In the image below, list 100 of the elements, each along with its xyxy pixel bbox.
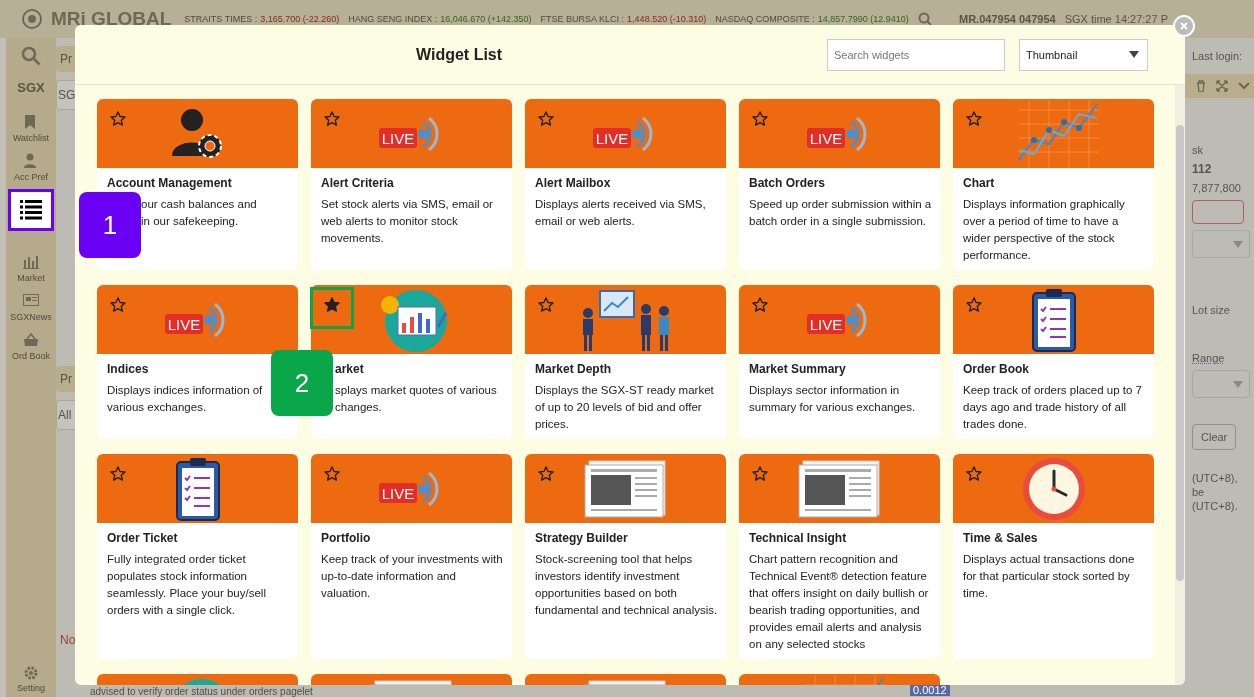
- chevron-icon[interactable]: [1238, 82, 1250, 90]
- expand-icon[interactable]: [1216, 80, 1228, 92]
- star-icon[interactable]: [324, 297, 340, 313]
- note-text: (UTC+8).: [1192, 500, 1239, 512]
- exchange-label: SGX: [17, 80, 45, 95]
- ticker-name: NASDAQ COMPOSITE :: [715, 14, 815, 24]
- widget-card[interactable]: Strategy Builder Stock-screening tool that helps investors identify investment opportunities based on both fundamental and technical analysis.: [525, 454, 726, 659]
- basket-icon[interactable]: [23, 332, 39, 348]
- widget-title: Alert Mailbox: [535, 175, 612, 192]
- widget-card[interactable]: arket splays market quotes of various changes.: [311, 285, 512, 439]
- caret-icon: [1233, 240, 1243, 248]
- widget-description: Fully integrated order ticket populates stock information seamlessly. Place your buy/sell orders with a single click.: [107, 552, 267, 618]
- newspaper-icon: [582, 458, 669, 519]
- star-icon[interactable]: [538, 111, 554, 127]
- sidebar-label[interactable]: Market: [17, 273, 45, 283]
- star-icon[interactable]: [110, 466, 126, 482]
- widget-card[interactable]: Order Ticket Fully integrated order ticket populates stock information seamlessly. Place your buy/sell orders with a single click.: [97, 454, 298, 659]
- input-field[interactable]: [1192, 200, 1244, 224]
- market-time: SGX time 14:27:27 P: [1064, 13, 1168, 25]
- sidebar-label[interactable]: Watchlist: [12, 133, 50, 143]
- ticker-value: 3,165.700 (-22.260): [260, 14, 340, 24]
- search-icon[interactable]: [21, 46, 41, 66]
- sidebar-label[interactable]: SGXNews: [10, 312, 52, 322]
- dropdown[interactable]: [1192, 370, 1250, 398]
- widget-title: Strategy Builder: [535, 530, 629, 547]
- widget-description: Displays sector information in summary for various exchanges.: [749, 383, 917, 415]
- star-icon[interactable]: [538, 466, 554, 482]
- modal-title: Widget List: [416, 45, 503, 64]
- star-icon[interactable]: [966, 297, 982, 313]
- widget-card[interactable]: Market Depth Displays the SGX-ST ready market of up to 20 levels of bid and offer prices.: [525, 285, 726, 439]
- star-icon[interactable]: [110, 297, 126, 313]
- widget-description: splays market quotes of various changes.: [335, 383, 498, 415]
- ticker-name: FTSE BURSA KLCI :: [540, 14, 625, 24]
- star-icon[interactable]: [324, 466, 340, 482]
- widget-description: Displays information graphically over a period of time to have a wider perspective of the stock performance.: [963, 197, 1126, 263]
- widget-card[interactable]: Order Book Keep track of orders placed up to 7 days ago and trade history of all trades done.: [953, 285, 1154, 439]
- person-icon[interactable]: [23, 153, 39, 169]
- widget-card[interactable]: LIVE Portfolio Keep track of your investments with up-to-date information and valuation.: [311, 454, 512, 659]
- sidebar-label[interactable]: Setting: [17, 683, 45, 693]
- star-icon[interactable]: [324, 111, 340, 127]
- lot-size-label: Lot size: [1192, 304, 1231, 316]
- widget-card[interactable]: LIVE Alert Criteria Set stock alerts via SMS, email or web alerts to monitor stock movements.: [311, 99, 512, 270]
- widget-title: Market Summary: [749, 361, 847, 378]
- widget-title: Order Book: [963, 361, 1030, 378]
- widget-description: our cash balances and in our safekeeping.: [141, 197, 258, 229]
- widget-card[interactable]: Chart Displays information graphically over a period of time to have a wider perspective of the stock performance.: [953, 99, 1154, 270]
- star-icon[interactable]: [752, 111, 768, 127]
- user-id: MR.047954 047954: [959, 13, 1056, 25]
- widget-description: Stock-screening tool that helps investors identify investment opportunities based on both fundamental and technical analysis.: [535, 552, 719, 618]
- scrollbar-thumb[interactable]: [1176, 125, 1184, 581]
- view-mode-dropdown[interactable]: Thumbnail: [1019, 38, 1148, 71]
- widget-title: Batch Orders: [749, 175, 827, 192]
- search-field[interactable]: Search widgets: [827, 38, 1005, 71]
- list-icon: [20, 199, 42, 221]
- widget-title: Account Management: [107, 175, 233, 192]
- price-value: 112: [1192, 162, 1213, 176]
- note-text: be: [1192, 486, 1206, 498]
- trash-icon[interactable]: [1196, 80, 1206, 92]
- star-icon[interactable]: [752, 297, 768, 313]
- widget-description: Displays indices information of various exchanges.: [107, 383, 264, 415]
- widget-card[interactable]: LIVE Batch Orders Speed up order submission within a batch order in a single submission.: [739, 99, 940, 270]
- widget-title: Chart: [963, 175, 996, 192]
- widget-description: Displays the SGX-ST ready market of up to 20 levels of bid and offer prices.: [535, 383, 715, 432]
- star-icon[interactable]: [752, 466, 768, 482]
- settings-icon[interactable]: [24, 666, 38, 680]
- widget-card[interactable]: LIVE Market Summary Displays sector information in summary for various exchanges.: [739, 285, 940, 439]
- close-icon: [1180, 22, 1188, 30]
- sidebar-label[interactable]: Acc Pref: [14, 172, 48, 182]
- callout-badge: 2: [271, 350, 333, 416]
- widget-description: Speed up order submission within a batch order in a single submission.: [749, 197, 933, 229]
- widget-description: Keep track of your investments with up-to-date information and valuation.: [321, 552, 504, 601]
- globe-icon: [22, 9, 42, 29]
- widget-card[interactable]: Time & Sales Displays actual transactions done for that particular stock sorted by time.: [953, 454, 1154, 659]
- column-header: sk: [1192, 144, 1204, 156]
- clock-icon: [1021, 456, 1086, 521]
- caret-icon: [1129, 51, 1139, 58]
- widget-card[interactable]: [739, 454, 940, 659]
- star-icon[interactable]: [538, 297, 554, 313]
- bars-icon[interactable]: [23, 254, 39, 270]
- widget-description: Keep track of orders placed up to 7 days ago and trade history of all trades done.: [963, 383, 1143, 432]
- clipboard-icon: [174, 455, 221, 522]
- highlight-frame: [310, 287, 354, 329]
- widget-description: Chart pattern recognition and Technical Event® detection feature that offers insight on daily bullish or bearish trading opportunities, and provides email alerts and analysis on any selected stocks: [749, 552, 930, 652]
- star-icon[interactable]: [966, 111, 982, 127]
- sidebar-item[interactable]: [8, 189, 54, 231]
- note-text: (UTC+8),: [1192, 472, 1239, 484]
- callout-badge: 1: [79, 192, 141, 258]
- search-icon[interactable]: [917, 12, 932, 26]
- notice-text: advised to verify order status under orders pagelet: [90, 686, 313, 697]
- sidebar-label[interactable]: Ord Book: [12, 351, 50, 361]
- star-icon[interactable]: [966, 466, 982, 482]
- dropdown[interactable]: [1192, 230, 1250, 258]
- clipboard-icon: [1030, 286, 1077, 353]
- range-link[interactable]: Range: [1192, 352, 1225, 364]
- news-icon[interactable]: [23, 293, 39, 309]
- volume-value: 7,877,800: [1192, 182, 1242, 194]
- clear-button[interactable]: Clear: [1192, 424, 1237, 450]
- ticker-value: 1,448.520 (-10.310): [627, 14, 707, 24]
- star-icon[interactable]: [110, 111, 126, 127]
- widget-card[interactable]: LIVE Alert Mailbox Displays alerts received via SMS, email or web alerts.: [525, 99, 726, 270]
